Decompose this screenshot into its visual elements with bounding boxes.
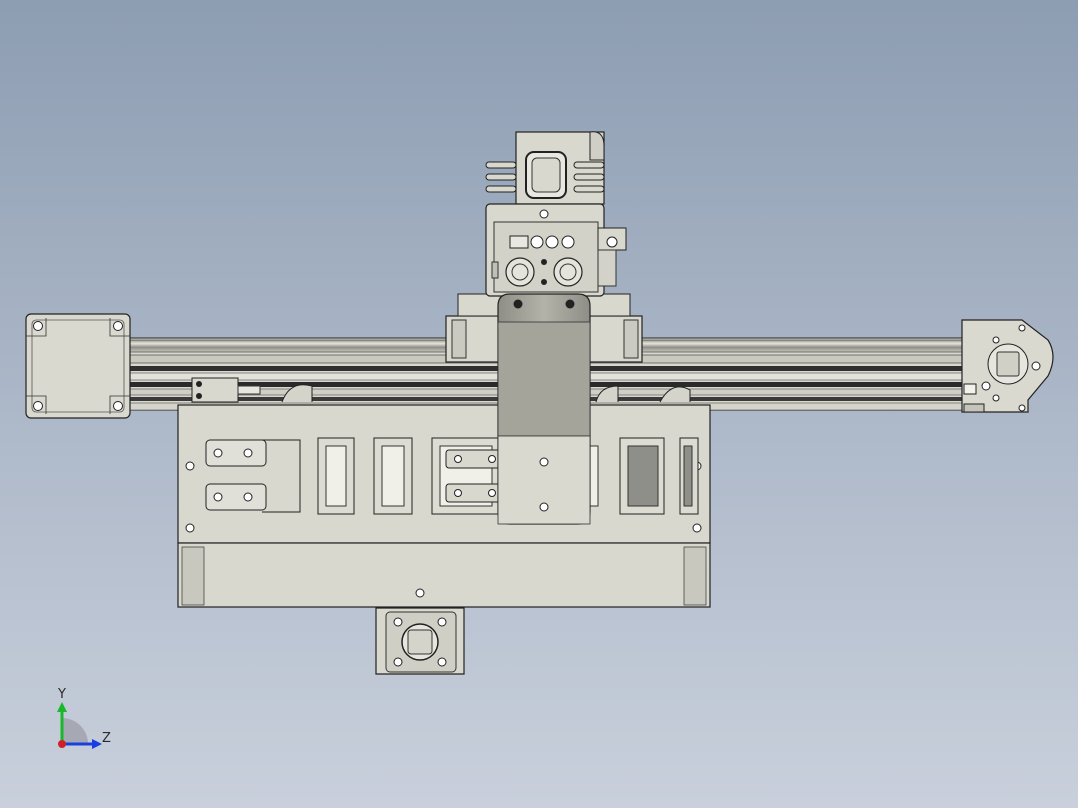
triad-z-label: Z: [102, 731, 111, 746]
orientation-triad: [57, 702, 102, 749]
end-idler[interactable]: [961, 319, 1054, 413]
stepper-motor[interactable]: [25, 313, 131, 419]
front-bracket[interactable]: [497, 293, 591, 525]
x-axis-dot: [58, 740, 66, 748]
triad-y-label: Y: [58, 687, 66, 702]
hotend-fan-shroud[interactable]: [485, 131, 627, 297]
cad-viewport[interactable]: Y Z: [0, 0, 1078, 808]
cad-model-drawing[interactable]: [0, 0, 1078, 808]
profile-end-cap[interactable]: [375, 607, 465, 675]
